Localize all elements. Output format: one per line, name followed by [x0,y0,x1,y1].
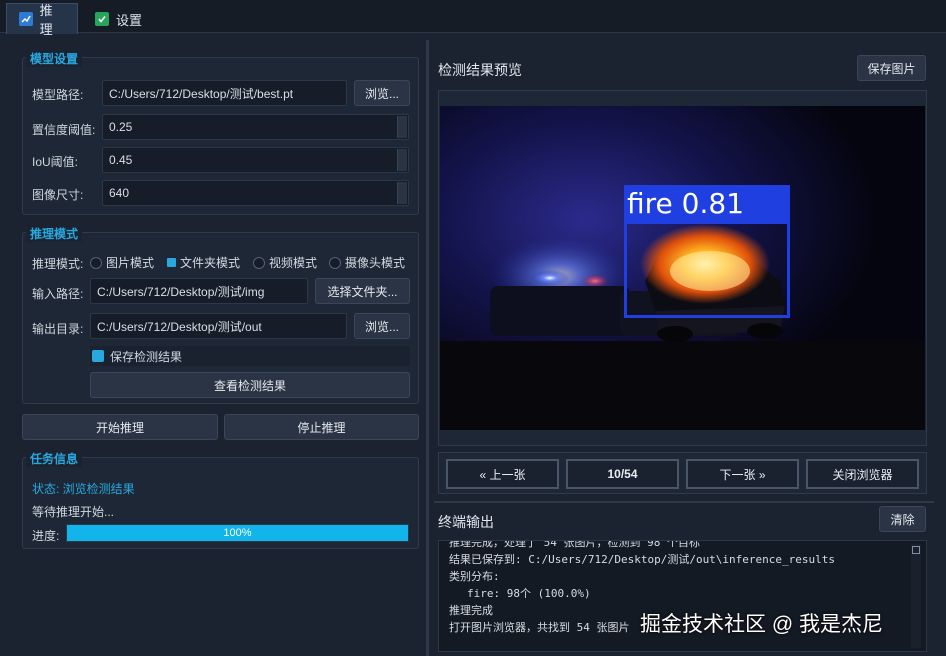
conf-spin-buttons[interactable] [397,116,407,138]
inference-mode-title: 推理模式 [26,225,83,242]
preview-title: 检测结果预览 [438,62,522,78]
detection-image: fire 0.81 [440,106,925,430]
save-image-button[interactable]: 保存图片 [857,55,926,81]
radio-video-mode[interactable]: 视频模式 [253,254,317,271]
task-info-title: 任务信息 [26,450,83,467]
image-size-label: 图像尺寸: [32,188,84,202]
radio-camera-mode[interactable]: 摄像头模式 [329,254,405,271]
tab-inference-label: 推理 [39,3,53,37]
radio-indicator [253,256,265,269]
prev-image-button[interactable]: « 上一张 [446,459,559,489]
scroll-up-arrow-icon[interactable] [912,546,920,554]
check-icon [95,12,109,26]
radio-camera-mode-label: 摄像头模式 [345,256,406,270]
terminal-line: 推理完成，处理了 54 张图片，检测到 98 个目标 [449,540,700,549]
iou-threshold-spinbox[interactable]: 0.45 [102,147,409,173]
progress-text: 100% [223,527,252,539]
radio-folder-mode[interactable]: 文件夹模式 [167,254,240,271]
task-status: 状态: 浏览检测结果 [32,482,135,496]
terminal-line: 结果已保存到: C:/Users/712/Desktop/测试/out\infe… [449,553,836,566]
splitter-horizontal[interactable] [434,501,934,503]
progress-label: 进度: [32,529,60,543]
output-dir-input[interactable]: C:/Users/712/Desktop/测试/out [90,313,347,339]
terminal-scrollbar[interactable] [911,544,921,648]
page-indicator: 10/54 [566,459,679,489]
mode-label: 推理模式: [32,257,84,271]
radio-indicator [90,256,102,269]
save-results-checkbox[interactable]: 保存检测结果 [90,346,410,366]
size-spin-buttons[interactable] [397,182,407,204]
conf-threshold-label: 置信度阈值: [32,123,96,137]
start-inference-button[interactable]: 开始推理 [22,414,218,440]
output-dir-label: 输出目录: [32,322,84,336]
conf-threshold-value: 0.25 [109,120,133,134]
progress-bar: 100% [66,524,409,542]
tab-settings-label: 设置 [116,12,143,28]
splitter-vertical[interactable] [426,40,429,656]
stop-inference-button[interactable]: 停止推理 [224,414,419,440]
model-path-input[interactable]: C:/Users/712/Desktop/测试/best.pt [102,80,347,106]
detection-label: fire 0.81 [624,185,790,221]
iou-threshold-value: 0.45 [109,153,133,167]
next-image-button[interactable]: 下一张 » [686,459,799,489]
conf-threshold-spinbox[interactable]: 0.25 [102,114,409,140]
radio-indicator [329,256,341,269]
tab-settings[interactable]: 设置 [82,3,158,34]
checkbox-checked-icon [92,350,104,362]
model-browse-button[interactable]: 浏览... [354,80,410,106]
detection-bounding-box [624,221,790,318]
radio-image-mode[interactable]: 图片模式 [90,254,154,271]
output-browse-button[interactable]: 浏览... [354,313,410,339]
terminal-line: fire: 98个 (100.0%) [467,587,591,600]
radio-video-mode-label: 视频模式 [269,256,318,270]
radio-indicator-selected [167,258,176,267]
select-folder-button[interactable]: 选择文件夹... [315,278,410,304]
radio-image-mode-label: 图片模式 [106,256,155,270]
task-message: 等待推理开始... [32,505,115,519]
terminal-title: 终端输出 [438,514,494,530]
image-size-spinbox[interactable]: 640 [102,180,409,206]
watermark-text: 掘金技术社区 @ 我是杰尼 [640,613,883,636]
iou-threshold-label: IoU阈值: [32,155,79,169]
clear-terminal-button[interactable]: 清除 [879,506,926,532]
model-path-label: 模型路径: [32,88,84,102]
model-settings-title: 模型设置 [26,50,83,67]
terminal-line: 类别分布: [449,570,500,583]
radio-folder-mode-label: 文件夹模式 [180,256,241,270]
save-results-label: 保存检测结果 [110,349,183,364]
chart-icon [19,12,33,26]
image-size-value: 640 [109,186,130,200]
view-results-button[interactable]: 查看检测结果 [90,372,410,398]
close-browser-button[interactable]: 关闭浏览器 [806,459,919,489]
tab-inference[interactable]: 推理 [6,3,78,37]
input-path-label: 输入路径: [32,287,84,301]
iou-spin-buttons[interactable] [397,149,407,171]
input-path-input[interactable]: C:/Users/712/Desktop/测试/img [90,278,308,304]
